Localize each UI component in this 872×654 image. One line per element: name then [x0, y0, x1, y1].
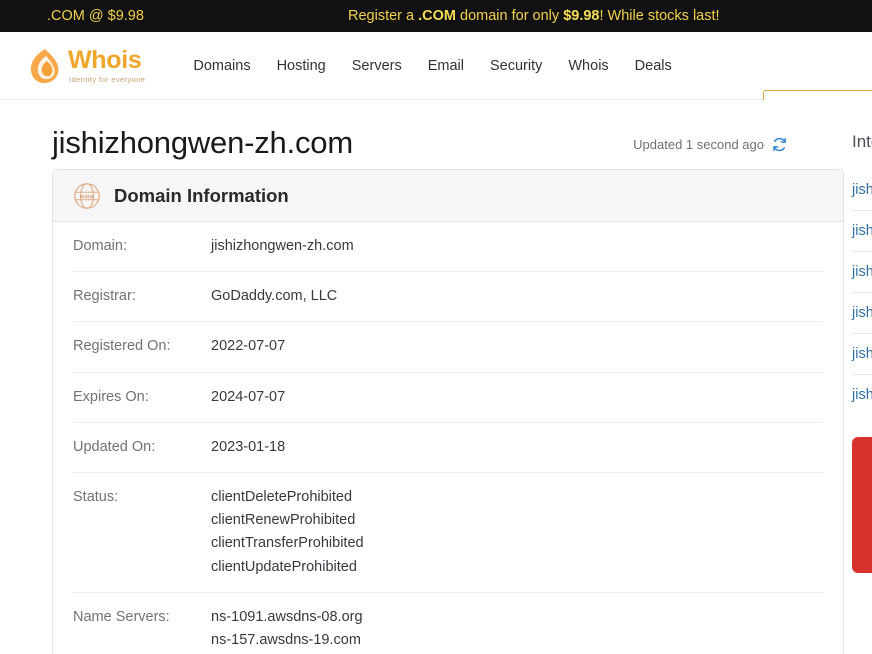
list-item[interactable]: jishizhongwen-zh.co — [852, 334, 872, 375]
promo-mid-text: domain for only — [455, 8, 564, 24]
row-value-line: ns-157.awsdns-19.com — [211, 631, 361, 648]
row-value: ns-1091.awsdns-08.org ns-157.awsdns-19.c… — [211, 606, 376, 654]
nav-item-deals[interactable]: Deals — [635, 58, 672, 74]
promo-tld-text: .COM — [418, 8, 456, 24]
right-sidebar: Interesting Domains jishizhongwen-zh.net… — [852, 100, 872, 573]
table-row: Domain: jishizhongwen-zh.com — [73, 222, 823, 273]
nav-item-whois[interactable]: Whois — [568, 58, 608, 74]
domain-information-card: www Domain Information Domain: jishizhon… — [52, 169, 844, 654]
row-value-line: ns-1091.awsdns-08.org — [211, 608, 363, 625]
card-header: www Domain Information — [53, 170, 843, 222]
whois-flame-logo-icon — [28, 47, 62, 85]
row-label: Name Servers: — [73, 608, 170, 625]
sidebar-promo-banner[interactable] — [852, 437, 872, 573]
list-item[interactable]: jishizhongwen-zh.biz — [852, 293, 872, 334]
logo-wordmark: Whois — [68, 45, 142, 74]
row-label: Registrar: — [73, 288, 136, 305]
table-row: Status: clientDeleteProhibited clientRen… — [73, 473, 823, 593]
promo-left-label: .COM @ $9.98 — [47, 8, 144, 24]
row-value-line: clientTransferProhibited — [211, 535, 364, 552]
promo-center-label[interactable]: Register a .COM domain for only $9.98! W… — [348, 8, 720, 24]
list-item[interactable]: jishizhongwen-zh.org — [852, 211, 872, 252]
row-value-line: 2023-01-18 — [211, 438, 286, 455]
primary-navigation: Domains Hosting Servers Email Security W… — [193, 58, 671, 74]
page-body: jishizhongwen-zh.com Updated 1 second ag… — [0, 100, 872, 654]
row-value-line: 2024-07-07 — [211, 388, 286, 405]
row-value: 2022-07-07 — [211, 335, 285, 358]
page-title-row: jishizhongwen-zh.com Updated 1 second ag… — [52, 100, 840, 162]
row-value: 2023-01-18 — [211, 436, 285, 459]
table-row: Registered On: 2022-07-07 — [73, 322, 823, 373]
updated-timestamp-label: Updated 1 second ago — [633, 137, 764, 152]
logo-tagline: Identity for everyone — [69, 74, 146, 84]
row-value-line: jishizhongwen-zh.com — [211, 238, 354, 254]
updated-status[interactable]: Updated 1 second ago — [633, 136, 788, 162]
site-header: Whois Identity for everyone Domains Host… — [0, 32, 872, 122]
sidebar-heading: Interesting Domains — [852, 132, 872, 151]
row-value-line: 2022-07-07 — [211, 338, 286, 355]
nav-item-domains[interactable]: Domains — [193, 58, 250, 74]
row-value: clientDeleteProhibited clientRenewProhib… — [211, 486, 364, 579]
list-item[interactable]: jishizhongwen-zh.net — [852, 170, 872, 211]
nav-item-email[interactable]: Email — [428, 58, 464, 74]
row-label: Status: — [73, 488, 119, 505]
row-label: Expires On: — [73, 388, 149, 405]
domain-info-table: Domain: jishizhongwen-zh.com Registrar: … — [53, 222, 843, 654]
logo-text-group: Whois Identity for everyone — [68, 45, 146, 84]
row-value-line: clientDeleteProhibited — [211, 488, 353, 505]
refresh-icon[interactable] — [771, 136, 788, 153]
nav-item-hosting[interactable]: Hosting — [277, 58, 326, 74]
row-value-line: GoDaddy.com, LLC — [211, 288, 338, 305]
table-row: Expires On: 2024-07-07 — [73, 373, 823, 423]
row-label: Registered On: — [73, 338, 171, 355]
promo-suffix-text: ! While stocks last! — [599, 8, 720, 24]
table-row: Updated On: 2023-01-18 — [73, 423, 823, 473]
svg-text:www: www — [79, 193, 95, 200]
row-value: 2024-07-07 — [211, 386, 285, 409]
sidebar-domain-list: jishizhongwen-zh.net jishizhongwen-zh.or… — [852, 170, 872, 415]
nav-item-servers[interactable]: Servers — [352, 58, 402, 74]
promo-price-text: $9.98 — [563, 8, 600, 24]
row-value-line: clientRenewProhibited — [211, 512, 356, 529]
page-title: jishizhongwen-zh.com — [52, 125, 353, 160]
card-title: Domain Information — [114, 184, 289, 206]
table-row: Registrar: GoDaddy.com, LLC — [73, 272, 823, 323]
table-row: Name Servers: ns-1091.awsdns-08.org ns-1… — [73, 593, 823, 654]
list-item[interactable]: jishizhongwen-zh.info — [852, 252, 872, 293]
nav-item-security[interactable]: Security — [490, 58, 542, 74]
site-logo[interactable]: Whois Identity for everyone — [28, 47, 145, 85]
row-label: Updated On: — [73, 438, 156, 455]
list-item[interactable]: jishizhongwen-zh.io — [852, 375, 872, 415]
row-value: GoDaddy.com, LLC — [211, 285, 337, 308]
main-content-column: jishizhongwen-zh.com Updated 1 second ag… — [0, 100, 844, 654]
row-label: Domain: — [73, 238, 127, 254]
row-value: jishizhongwen-zh.com — [211, 235, 354, 258]
promo-prefix-text: Register a — [348, 8, 419, 24]
www-icon: www — [73, 182, 101, 210]
row-value-line: clientUpdateProhibited — [211, 558, 357, 575]
promo-banner: .COM @ $9.98 Register a .COM domain for … — [0, 0, 872, 32]
